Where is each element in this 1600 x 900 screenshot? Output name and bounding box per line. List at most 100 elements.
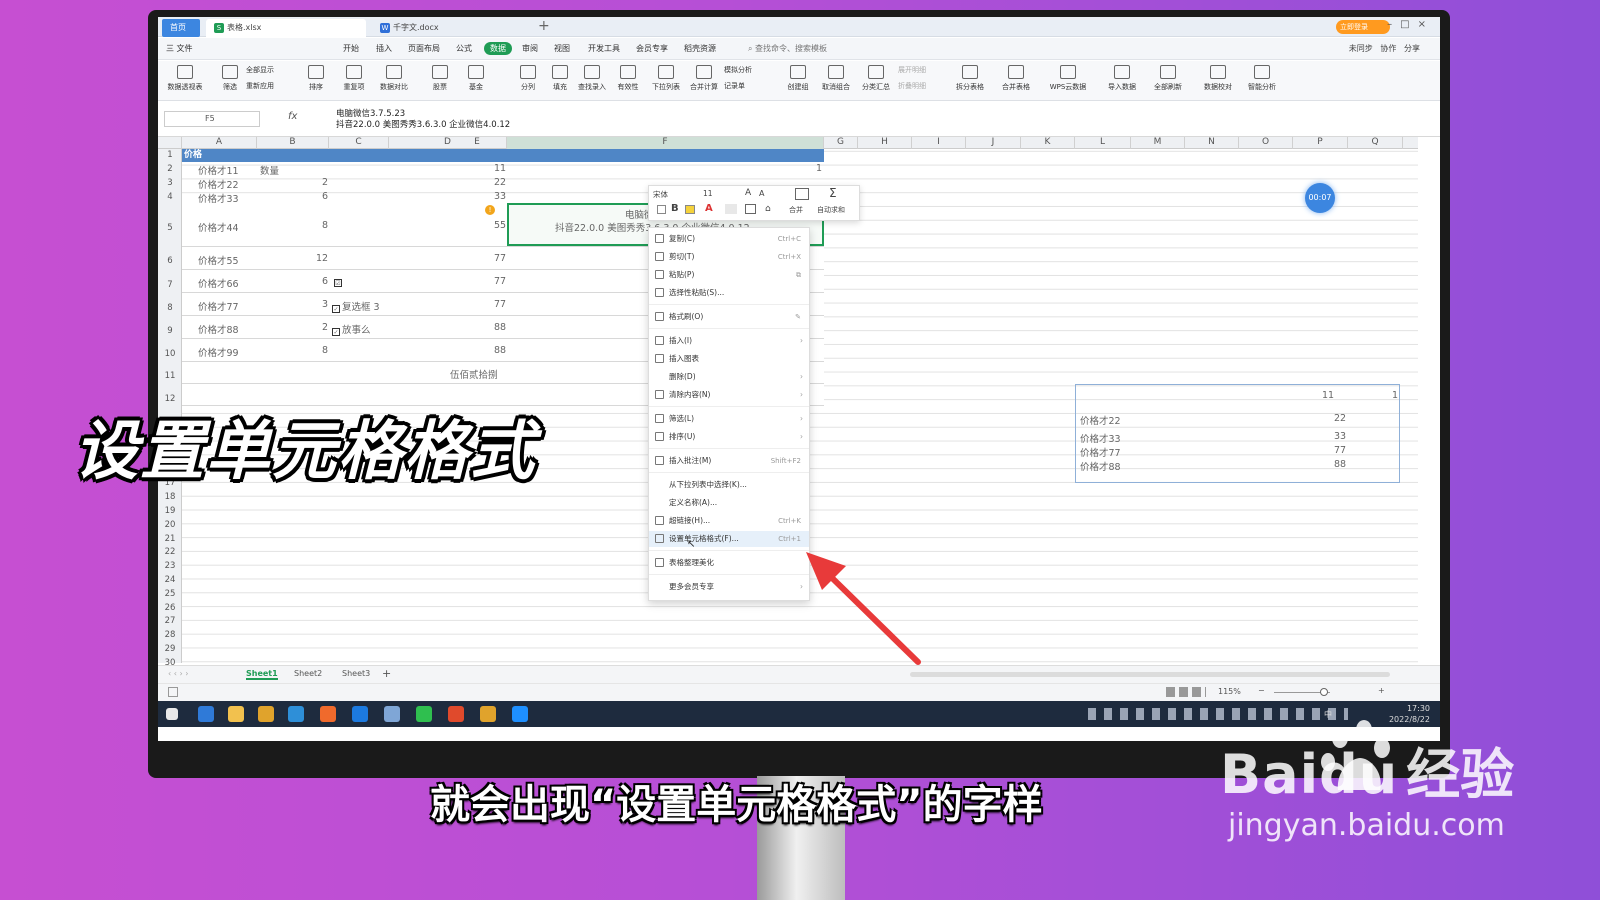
borders-icon[interactable] xyxy=(745,204,756,214)
column-header-selected[interactable]: F xyxy=(507,137,824,149)
collaborate-button[interactable]: 协作 xyxy=(1380,44,1396,53)
cell-b[interactable]: 8 xyxy=(322,345,328,356)
cell-a[interactable]: 价格才88 xyxy=(198,322,239,336)
warning-icon[interactable]: ! xyxy=(485,205,495,215)
select-all-corner[interactable] xyxy=(158,137,182,149)
wps-icon[interactable] xyxy=(448,706,464,722)
checkbox-icon[interactable]: ✓ xyxy=(332,328,340,336)
menu-item-member-more[interactable]: 更多会员专享 › xyxy=(649,579,809,595)
pivot-table-button[interactable]: 数据透视表 xyxy=(162,65,208,92)
expand-detail-option[interactable]: 展开明细 xyxy=(898,65,942,75)
cell-a[interactable]: 价格才33 xyxy=(198,191,239,205)
tab-file-docx[interactable]: W 千字文.docx xyxy=(372,19,532,37)
fx-icon[interactable]: fx xyxy=(288,111,297,122)
row-header[interactable]: 28 xyxy=(158,630,182,640)
record-form-option[interactable]: 记录单 xyxy=(724,81,774,91)
row-header[interactable]: 20 xyxy=(158,520,182,530)
data-sub-options[interactable]: 模拟分析 记录单 xyxy=(724,65,774,91)
sheet-tab[interactable]: Sheet1 xyxy=(246,669,278,680)
tab-file-xlsx[interactable]: S 表格.xlsx xyxy=(206,19,366,37)
row-header[interactable]: 18 xyxy=(158,492,182,502)
new-tab-button[interactable]: + xyxy=(538,18,550,34)
app-icon[interactable] xyxy=(320,706,336,722)
right-table-label[interactable]: 价格才88 xyxy=(1080,459,1121,473)
autosum-button[interactable]: 自动求和 xyxy=(817,205,845,215)
merge-button[interactable]: 合并 xyxy=(789,205,803,215)
formula-input[interactable]: 电脑微信3.7.5.23 抖音22.0.0 美图秀秀3.6.3.0 企业微信4.… xyxy=(336,109,510,131)
bold-icon[interactable]: B xyxy=(671,203,679,214)
horizontal-scrollbar[interactable] xyxy=(910,672,1390,677)
cell-e[interactable]: 33 xyxy=(494,191,506,202)
header-cell-price[interactable]: 价格 xyxy=(182,149,824,162)
tab-home[interactable]: 首页 xyxy=(162,19,200,37)
cell-a[interactable]: 价格才55 xyxy=(198,253,239,267)
filter-button[interactable]: 筛选 xyxy=(210,65,250,92)
detail-options[interactable]: 展开明细 折叠明细 xyxy=(898,65,942,91)
collapse-detail-option[interactable]: 折叠明细 xyxy=(898,81,942,91)
cell-a[interactable]: 价格才44 xyxy=(198,220,239,234)
font-select[interactable]: 宋体 xyxy=(653,189,697,201)
row-header[interactable]: 23 xyxy=(158,561,182,571)
name-box[interactable]: F5 xyxy=(164,111,260,127)
format-painter-icon[interactable] xyxy=(657,205,666,214)
merge-table-button[interactable]: 合并表格 xyxy=(996,65,1036,92)
column-header[interactable]: M xyxy=(1131,137,1185,149)
menu-page-layout[interactable]: 页面布局 xyxy=(408,43,440,54)
column-header[interactable]: H xyxy=(858,137,912,149)
menu-member[interactable]: 会员专享 xyxy=(636,43,668,54)
align-icon[interactable] xyxy=(725,204,737,214)
right-table-label[interactable]: 价格才33 xyxy=(1080,431,1121,445)
smart-analysis-button[interactable]: 智能分析 xyxy=(1242,65,1282,92)
column-header[interactable]: O xyxy=(1239,137,1293,149)
cell-p12[interactable]: 11 xyxy=(1322,390,1334,401)
column-header[interactable]: I xyxy=(912,137,966,149)
right-table-label[interactable]: 价格才77 xyxy=(1080,445,1121,459)
decrease-font-icon[interactable]: A xyxy=(759,189,764,198)
column-header[interactable]: N xyxy=(1185,137,1239,149)
row-header[interactable]: 10 xyxy=(158,349,182,359)
row-header[interactable]: 8 xyxy=(158,303,182,313)
row-header[interactable]: 5 xyxy=(158,223,182,233)
menu-item-insert-comment[interactable]: 插入批注(M) Shift+F2 xyxy=(649,453,809,469)
cell-b[interactable]: 2 xyxy=(322,177,328,188)
clear-format-icon[interactable]: ⌂ xyxy=(765,204,771,214)
column-header[interactable]: E xyxy=(447,137,507,149)
sort-button[interactable]: 排序 xyxy=(296,65,336,92)
menu-review[interactable]: 审阅 xyxy=(522,43,538,54)
split-table-button[interactable]: 拆分表格 xyxy=(950,65,990,92)
menu-item-format-painter[interactable]: 格式刷(O) ✎ xyxy=(649,309,809,325)
view-mode-icons[interactable] xyxy=(1166,687,1206,697)
checkbox-icon[interactable]: ✓ xyxy=(332,305,340,313)
menu-item-copy[interactable]: 复制(C) Ctrl+C xyxy=(649,231,809,247)
row-header[interactable]: 25 xyxy=(158,589,182,599)
edge-icon[interactable] xyxy=(288,706,304,722)
cell-e11[interactable]: 伍佰贰拾捌 xyxy=(450,367,498,381)
column-header[interactable]: C xyxy=(329,137,389,149)
increase-font-icon[interactable]: A xyxy=(745,188,751,198)
menu-item-sort[interactable]: 排序(U) › xyxy=(649,429,809,445)
row-header[interactable]: 24 xyxy=(158,575,182,585)
cell-a[interactable]: 价格才22 xyxy=(198,177,239,191)
zoom-out-icon[interactable]: − xyxy=(1258,686,1265,695)
show-all-option[interactable]: 全部显示 xyxy=(246,65,296,75)
compare-button[interactable]: 数据对比 xyxy=(374,65,414,92)
app-icon[interactable] xyxy=(384,706,400,722)
cell-b[interactable]: 2 xyxy=(322,322,328,333)
menu-item-insert[interactable]: 插入(I) › xyxy=(649,333,809,349)
cell-e[interactable]: 77 xyxy=(494,253,506,264)
row-header[interactable]: 3 xyxy=(158,178,182,188)
windows-start-icon[interactable] xyxy=(166,708,178,720)
cell-b[interactable]: 6 xyxy=(322,191,328,202)
cell-b[interactable]: 6 xyxy=(322,276,328,287)
checkbox-c8[interactable]: ✓ 复选框 3 xyxy=(332,299,380,313)
column-header[interactable]: L xyxy=(1075,137,1131,149)
reapply-option[interactable]: 重新应用 xyxy=(246,81,296,91)
zoom-slider-handle[interactable] xyxy=(1320,688,1328,696)
cell-e[interactable]: 88 xyxy=(494,322,506,333)
window-controls[interactable]: –□× xyxy=(1387,19,1434,30)
row-header[interactable]: 1 xyxy=(158,150,182,160)
menu-file[interactable]: 三 文件 xyxy=(166,43,193,54)
right-table-value[interactable]: 33 xyxy=(1334,431,1346,442)
validity-button[interactable]: 有效性 xyxy=(608,65,648,92)
autosum-icon[interactable]: Σ xyxy=(829,186,837,200)
